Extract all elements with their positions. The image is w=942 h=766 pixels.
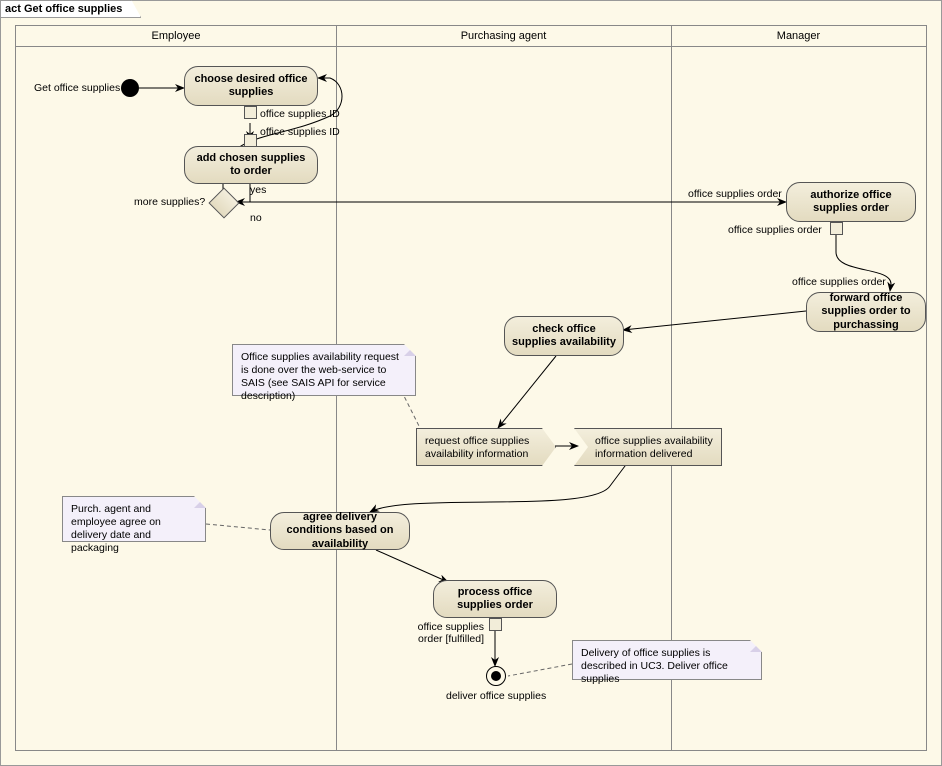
- note-agree: Purch. agent and employee agree on deliv…: [62, 496, 206, 542]
- diagram-canvas: act Get office supplies Employee Purchas…: [0, 0, 942, 766]
- decision-more-supplies: [208, 187, 239, 218]
- frame-title: act Get office supplies: [0, 0, 141, 18]
- initial-node: [121, 79, 139, 97]
- activity-frame: Employee Purchasing agent Manager: [15, 25, 927, 751]
- edge-label: office supplies order: [688, 188, 782, 200]
- lane-header-purchasing: Purchasing agent: [336, 26, 672, 47]
- activity-forward: forward office supplies order to purchas…: [806, 292, 926, 332]
- lane-divider: [336, 46, 337, 750]
- pin-label: office supplies order: [728, 224, 822, 236]
- activity-choose: choose desired office supplies: [184, 66, 318, 106]
- pin-label: office supplies ID: [260, 108, 340, 120]
- pin-process-out: [489, 618, 502, 631]
- pin-authorize-out: [830, 222, 843, 235]
- lane-header-manager: Manager: [671, 26, 926, 47]
- pin-label: office supplies ID: [260, 126, 340, 138]
- pin-label: office supplies order [fulfilled]: [394, 622, 484, 645]
- decision-label: more supplies?: [134, 196, 205, 208]
- final-node-label: deliver office supplies: [446, 690, 546, 702]
- activity-authorize: authorize office supplies order: [786, 182, 916, 222]
- final-node: [486, 666, 506, 686]
- guard-no: no: [250, 212, 262, 224]
- signal-receive: office supplies availability information…: [574, 428, 722, 466]
- note-deliver: Delivery of office supplies is described…: [572, 640, 762, 680]
- activity-add: add chosen supplies to order: [184, 146, 318, 184]
- activity-agree: agree delivery conditions based on avail…: [270, 512, 410, 550]
- note-sais: Office supplies availability request is …: [232, 344, 416, 396]
- guard-yes: yes: [250, 184, 266, 196]
- lane-header-employee: Employee: [16, 26, 337, 47]
- signal-send: request office supplies availability inf…: [416, 428, 556, 466]
- activity-check: check office supplies availability: [504, 316, 624, 356]
- edge-label: office supplies order: [792, 276, 886, 288]
- pin-choose-out: [244, 106, 257, 119]
- activity-process: process office supplies order: [433, 580, 557, 618]
- initial-node-label: Get office supplies: [34, 82, 120, 94]
